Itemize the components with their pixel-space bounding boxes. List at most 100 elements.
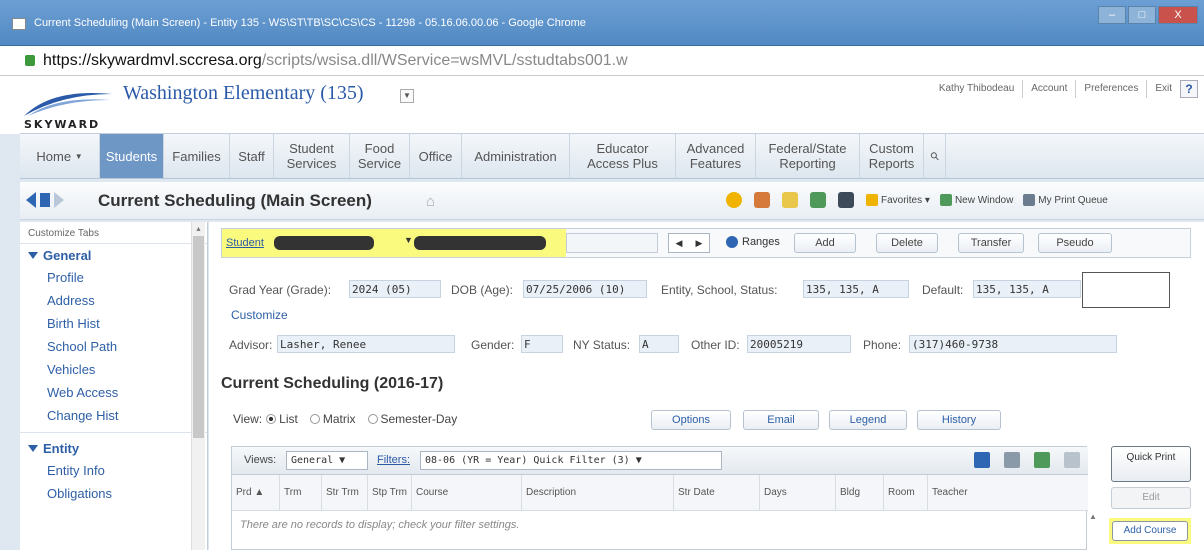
- school-name[interactable]: Washington Elementary (135): [123, 82, 364, 105]
- col-str-trm[interactable]: Str Trm: [322, 475, 368, 510]
- view-semester-day-radio[interactable]: Semester-Day: [367, 412, 457, 426]
- col-bldg[interactable]: Bldg: [836, 475, 884, 510]
- nav-search[interactable]: [924, 134, 946, 178]
- nav-home[interactable]: Home ▼: [20, 134, 100, 178]
- person-icon[interactable]: [754, 192, 770, 208]
- nav-office[interactable]: Office: [410, 134, 462, 178]
- email-button[interactable]: Email: [743, 410, 819, 430]
- nav-advanced-features[interactable]: Advanced Features: [676, 134, 756, 178]
- school-dropdown-icon[interactable]: ▼: [400, 89, 414, 103]
- add-course-button[interactable]: Add Course: [1112, 521, 1188, 541]
- edit-button[interactable]: Edit: [1111, 487, 1191, 509]
- col-trm[interactable]: Trm: [280, 475, 322, 510]
- filter-icon[interactable]: [974, 452, 990, 468]
- notes-icon[interactable]: [782, 192, 798, 208]
- nav-administration[interactable]: Administration: [462, 134, 570, 178]
- nav-staff[interactable]: Staff: [230, 134, 274, 178]
- exit-link[interactable]: Exit: [1146, 80, 1180, 98]
- prev-icon[interactable]: ◀: [676, 238, 683, 249]
- student-search-field[interactable]: [566, 233, 658, 253]
- scrollbar-thumb[interactable]: [193, 236, 204, 438]
- camera-icon[interactable]: [838, 192, 854, 208]
- document-icon[interactable]: [40, 193, 50, 207]
- nav-custom-reports[interactable]: Custom Reports: [860, 134, 924, 178]
- favorites-menu[interactable]: Favorites ▾: [866, 194, 930, 206]
- legend-button[interactable]: Legend: [829, 410, 907, 430]
- sidebar-item-vehicles[interactable]: Vehicles: [20, 359, 207, 382]
- student-dropdown-icon[interactable]: ▼: [404, 235, 413, 245]
- excel-icon[interactable]: [1034, 452, 1050, 468]
- add-course-highlight: Add Course: [1109, 518, 1191, 544]
- export-icon[interactable]: [1004, 452, 1020, 468]
- nav-families[interactable]: Families: [164, 134, 230, 178]
- sidebar-item-birth-hist[interactable]: Birth Hist: [20, 313, 207, 336]
- other-id-label: Other ID:: [691, 338, 740, 352]
- view-list-radio[interactable]: List: [266, 412, 298, 426]
- student-pager[interactable]: ◀ ▶: [668, 233, 710, 253]
- col-str-date[interactable]: Str Date: [674, 475, 760, 510]
- nav-students[interactable]: Students: [100, 134, 164, 178]
- advisor-value: Lasher, Renee: [277, 335, 455, 353]
- new-window-link[interactable]: New Window: [939, 194, 1013, 206]
- alert-icon[interactable]: [726, 192, 742, 208]
- page-toolbar: Current Scheduling (Main Screen) ⌂ Favor…: [20, 182, 1204, 220]
- home-favorite-icon[interactable]: ⌂: [426, 193, 435, 210]
- sidebar-item-web-access[interactable]: Web Access: [20, 382, 207, 405]
- filter-select[interactable]: 08-06 (YR = Year) Quick Filter (3) ▼: [420, 451, 722, 470]
- nav-food-service[interactable]: Food Service: [350, 134, 410, 178]
- sidebar-item-school-path[interactable]: School Path: [20, 336, 207, 359]
- sidebar-section-general[interactable]: General: [20, 244, 207, 267]
- col-description[interactable]: Description: [522, 475, 674, 510]
- filters-link[interactable]: Filters:: [377, 454, 410, 466]
- customize-link[interactable]: Customize: [231, 308, 288, 322]
- col-teacher[interactable]: Teacher: [928, 475, 1088, 510]
- add-button[interactable]: Add: [794, 233, 856, 253]
- ranges-link[interactable]: Ranges: [726, 236, 780, 248]
- help-button[interactable]: ?: [1180, 80, 1198, 98]
- nav-educator-access-plus[interactable]: Educator Access Plus: [570, 134, 676, 178]
- views-select[interactable]: General ▼: [286, 451, 368, 470]
- student-label[interactable]: Student: [226, 237, 264, 249]
- quick-print-button[interactable]: Quick Print: [1111, 446, 1191, 482]
- zoom-icon[interactable]: [1064, 452, 1080, 468]
- preferences-link[interactable]: Preferences: [1075, 80, 1146, 98]
- next-icon[interactable]: ▶: [696, 238, 703, 249]
- pseudo-button[interactable]: Pseudo: [1038, 233, 1112, 253]
- minimize-button[interactable]: –: [1098, 6, 1126, 24]
- sidebar-item-entity-info[interactable]: Entity Info: [20, 460, 207, 483]
- close-button[interactable]: X: [1158, 6, 1198, 24]
- col-days[interactable]: Days: [760, 475, 836, 510]
- sidebar-item-change-hist[interactable]: Change Hist: [20, 405, 207, 428]
- transfer-button[interactable]: Transfer: [958, 233, 1024, 253]
- col-room[interactable]: Room: [884, 475, 928, 510]
- back-arrow-icon[interactable]: [26, 192, 36, 208]
- forward-arrow-icon[interactable]: [54, 192, 64, 208]
- customize-tabs-link[interactable]: Customize Tabs: [20, 222, 207, 244]
- history-button[interactable]: History: [917, 410, 1001, 430]
- gender-value: F: [521, 335, 563, 353]
- scroll-up-icon[interactable]: ▲: [195, 226, 202, 233]
- col-prd[interactable]: Prd ▲: [232, 475, 280, 510]
- nav-federal-state-reporting[interactable]: Federal/State Reporting: [756, 134, 860, 178]
- book-icon[interactable]: [810, 192, 826, 208]
- print-queue-link[interactable]: My Print Queue: [1023, 194, 1108, 206]
- chevron-down-icon: ▼: [74, 151, 83, 161]
- address-bar[interactable]: https://skywardmvl.sccresa.org/scripts/w…: [0, 46, 1204, 76]
- col-stp-trm[interactable]: Stp Trm: [368, 475, 412, 510]
- sidebar-section-entity[interactable]: Entity: [20, 437, 207, 460]
- sidebar-item-obligations[interactable]: Obligations: [20, 483, 207, 506]
- skyward-logo: SKYWARD: [24, 92, 112, 130]
- options-button[interactable]: Options: [651, 410, 731, 430]
- sidebar-item-profile[interactable]: Profile: [20, 267, 207, 290]
- delete-button[interactable]: Delete: [876, 233, 938, 253]
- nav-student-services[interactable]: Student Services: [274, 134, 350, 178]
- sidebar-item-address[interactable]: Address: [20, 290, 207, 313]
- account-link[interactable]: Account: [1022, 80, 1075, 98]
- sidebar-scrollbar[interactable]: ▲: [191, 222, 205, 550]
- url-text[interactable]: https://skywardmvl.sccresa.org/scripts/w…: [43, 52, 628, 70]
- view-matrix-radio[interactable]: Matrix: [309, 412, 356, 426]
- col-course[interactable]: Course: [412, 475, 522, 510]
- dob-label: DOB (Age):: [451, 283, 514, 297]
- grid-scroll-up-icon[interactable]: ▲: [1089, 512, 1097, 521]
- maximize-button[interactable]: □: [1128, 6, 1156, 24]
